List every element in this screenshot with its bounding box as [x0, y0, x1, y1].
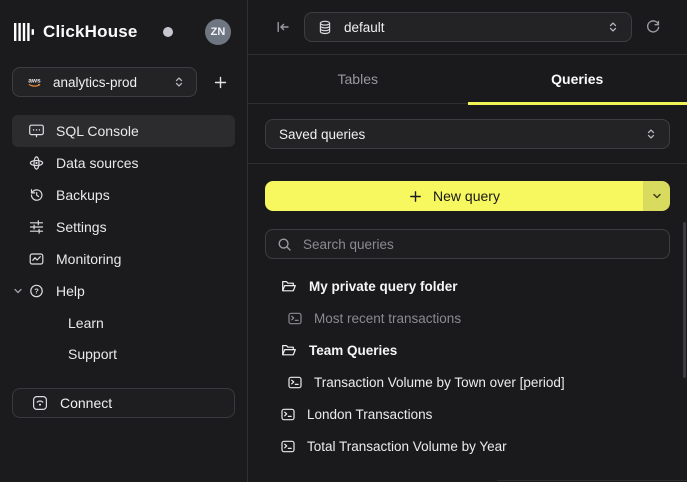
sidebar-subitem-label: Support	[68, 346, 117, 362]
query-terminal-icon	[288, 312, 302, 325]
status-dot-icon	[163, 27, 173, 37]
aws-icon: aws	[26, 76, 43, 89]
sidebar: ClickHouse ZN aws analytics-prod	[0, 0, 248, 482]
plus-icon	[408, 189, 423, 204]
bottom-divider	[497, 480, 687, 481]
help-icon: ?	[28, 283, 45, 299]
saved-queries-dropdown-value: Saved queries	[279, 127, 644, 142]
new-query-options-button[interactable]	[643, 181, 670, 211]
query-row[interactable]: London Transactions	[265, 398, 670, 430]
svg-text:?: ?	[34, 287, 39, 296]
tab-label: Tables	[338, 71, 378, 87]
service-selector-row: aws analytics-prod	[0, 54, 247, 97]
folder-open-icon	[281, 343, 297, 357]
connect-icon	[32, 395, 48, 411]
svg-text:aws: aws	[28, 77, 41, 84]
chevron-sort-icon	[172, 75, 186, 89]
service-selector-value: analytics-prod	[53, 75, 162, 90]
chevron-sort-icon	[644, 127, 658, 141]
query-row[interactable]: Transaction Volume by Town over [period]	[265, 366, 670, 398]
query-terminal-icon	[281, 440, 295, 453]
collapse-left-icon[interactable]	[275, 19, 291, 35]
service-selector[interactable]: aws analytics-prod	[12, 67, 197, 97]
backups-icon	[28, 187, 45, 203]
avatar[interactable]: ZN	[205, 19, 231, 45]
query-label: Total Transaction Volume by Year	[307, 439, 507, 454]
chevron-down-icon[interactable]	[13, 286, 23, 296]
sidebar-header: ClickHouse ZN	[0, 0, 247, 54]
sidebar-item-monitoring[interactable]: Monitoring	[12, 243, 235, 275]
sidebar-item-label: Monitoring	[56, 251, 121, 267]
sidebar-item-data-sources[interactable]: Data sources	[12, 147, 235, 179]
query-folder-row[interactable]: Team Queries	[265, 334, 670, 366]
connect-button-label: Connect	[60, 395, 112, 411]
query-folder-label: Team Queries	[309, 343, 397, 358]
connect-button[interactable]: Connect	[12, 388, 235, 418]
query-terminal-icon	[281, 408, 295, 421]
tab-label: Queries	[551, 71, 603, 87]
query-label: Most recent transactions	[314, 311, 461, 326]
saved-queries-dropdown[interactable]: Saved queries	[265, 119, 670, 149]
sidebar-item-label: Backups	[56, 187, 110, 203]
chevron-sort-icon	[606, 20, 620, 34]
search-queries-input[interactable]	[301, 236, 658, 253]
query-folder-label: My private query folder	[309, 279, 458, 294]
sidebar-item-backups[interactable]: Backups	[12, 179, 235, 211]
sidebar-item-label: SQL Console	[56, 123, 139, 139]
database-selector[interactable]: default	[304, 12, 632, 42]
section-divider	[248, 163, 687, 164]
brand-title: ClickHouse	[43, 22, 138, 42]
tab-queries[interactable]: Queries	[468, 55, 687, 103]
sidebar-item-sql-console[interactable]: SQL Console	[12, 115, 235, 147]
query-row[interactable]: Most recent transactions	[265, 302, 670, 334]
clickhouse-app-window: ClickHouse ZN aws analytics-prod	[0, 0, 687, 482]
search-queries-box	[265, 229, 670, 259]
query-label: Transaction Volume by Town over [period]	[314, 375, 565, 390]
query-folder-row[interactable]: My private query folder	[265, 270, 670, 302]
saved-queries-tree: My private query folder Most recent tran…	[265, 270, 670, 462]
sidebar-item-label: Settings	[56, 219, 107, 235]
sidebar-nav: SQL Console Data sources	[0, 115, 247, 369]
sidebar-item-label: Help	[56, 283, 85, 299]
settings-sliders-icon	[28, 219, 45, 235]
data-sources-icon	[28, 155, 45, 171]
sidebar-subitem-label: Learn	[68, 315, 104, 331]
tab-tables[interactable]: Tables	[248, 55, 468, 103]
right-panel: default Tables Queries	[248, 0, 687, 482]
database-icon	[318, 20, 332, 35]
monitoring-icon	[28, 251, 45, 267]
scrollbar[interactable]	[683, 222, 686, 378]
add-service-button[interactable]	[208, 70, 232, 94]
new-query-split-button: New query	[265, 181, 670, 211]
database-selector-value: default	[344, 20, 594, 35]
query-row[interactable]: Total Transaction Volume by Year	[265, 430, 670, 462]
query-label: London Transactions	[307, 407, 432, 422]
queries-tab-content: Saved queries New query	[248, 104, 687, 482]
refresh-icon[interactable]	[645, 19, 661, 35]
panel-tabs: Tables Queries	[248, 55, 687, 104]
folder-open-icon	[281, 279, 297, 293]
sidebar-item-settings[interactable]: Settings	[12, 211, 235, 243]
query-terminal-icon	[288, 376, 302, 389]
chevron-down-icon	[651, 190, 663, 202]
new-query-button[interactable]: New query	[265, 181, 643, 211]
panel-topbar: default	[248, 0, 687, 55]
sidebar-item-help[interactable]: ? Help	[12, 275, 235, 307]
sidebar-item-learn[interactable]: Learn	[12, 307, 235, 338]
clickhouse-logo-icon	[14, 23, 34, 41]
sidebar-item-label: Data sources	[56, 155, 138, 171]
new-query-button-label: New query	[433, 188, 500, 204]
search-icon	[277, 237, 292, 252]
sql-console-icon	[28, 123, 45, 139]
sidebar-item-support[interactable]: Support	[12, 338, 235, 369]
